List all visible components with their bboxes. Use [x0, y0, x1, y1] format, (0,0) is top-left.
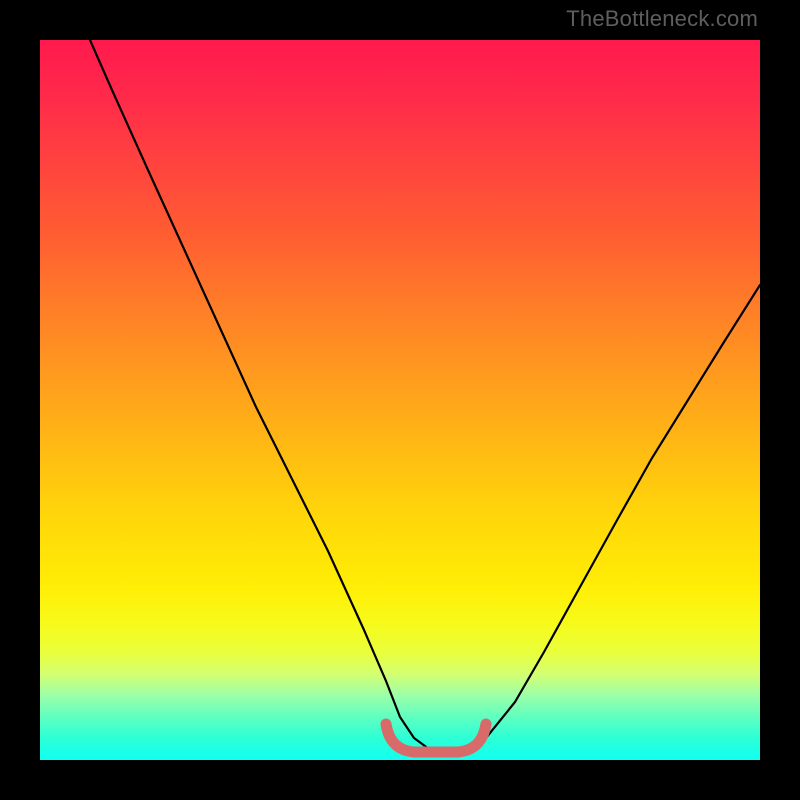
bottleneck-curve-path [90, 40, 760, 751]
chart-frame: TheBottleneck.com [0, 0, 800, 800]
optimal-range-marker [386, 724, 486, 752]
watermark-text: TheBottleneck.com [566, 6, 758, 32]
plot-area [40, 40, 760, 760]
chart-svg [40, 40, 760, 760]
